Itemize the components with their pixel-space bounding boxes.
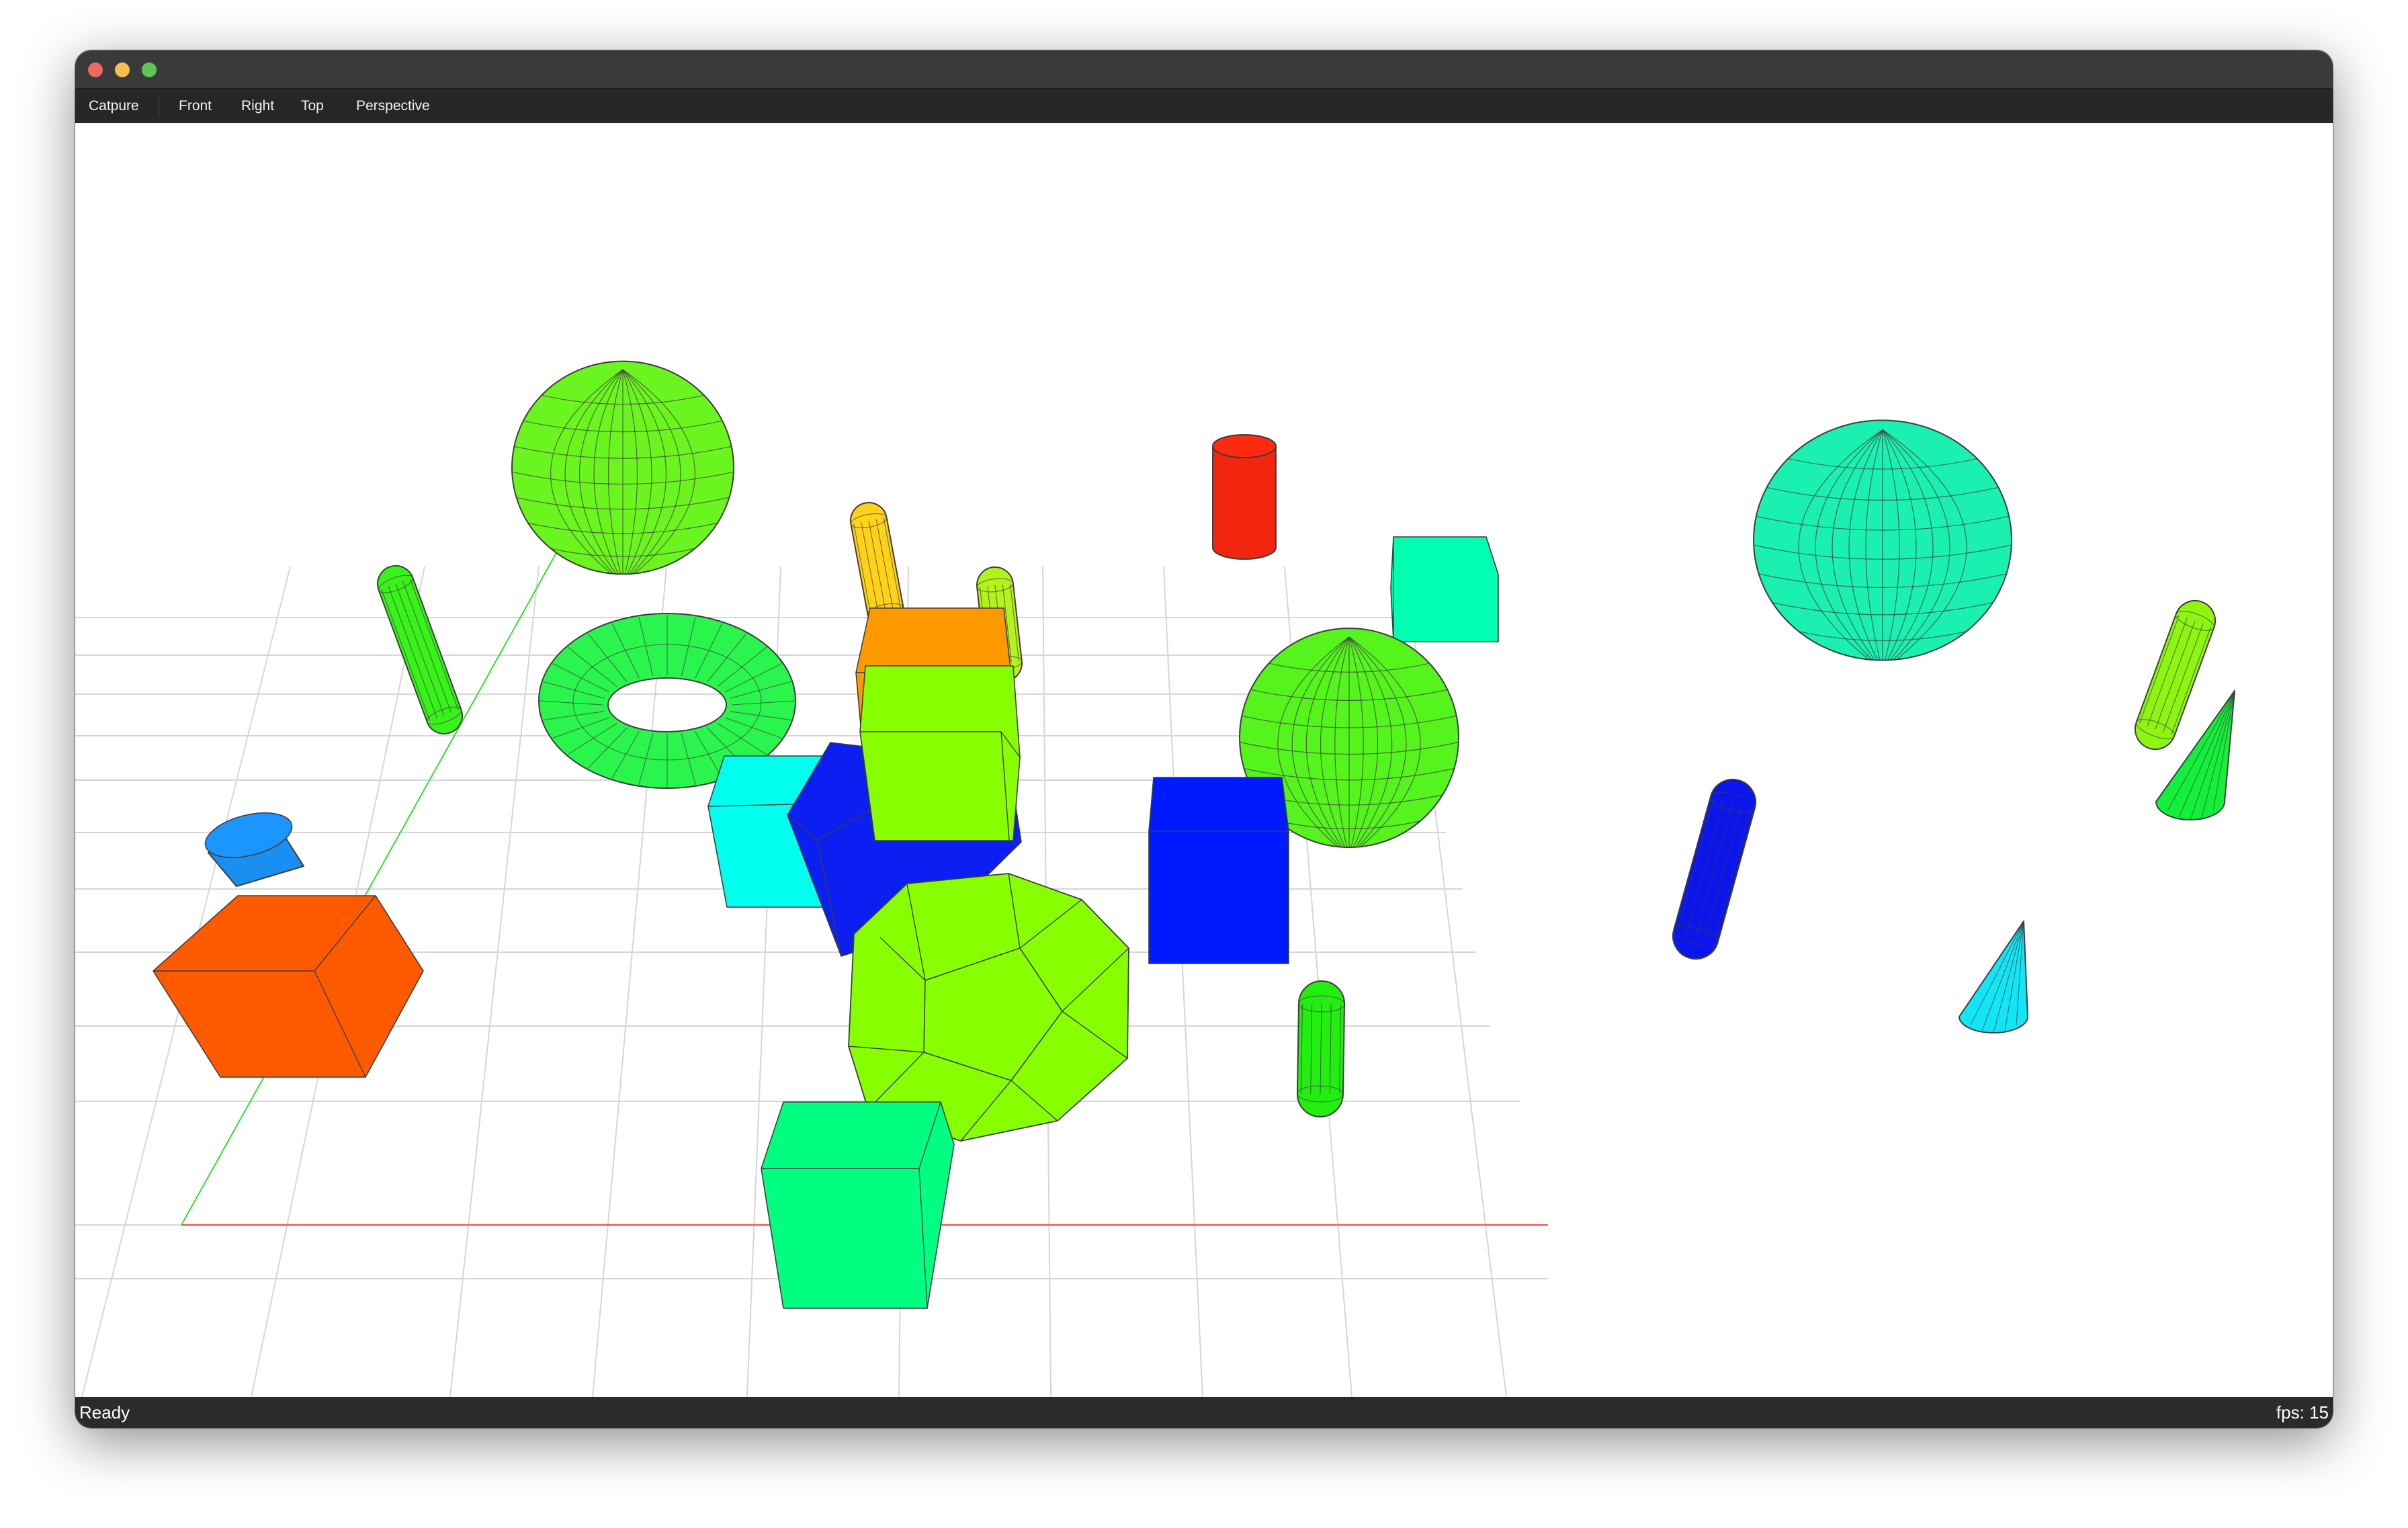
capsule-green-2 xyxy=(1297,980,1345,1117)
sphere-mint xyxy=(1753,419,2012,661)
sphere-green-1 xyxy=(511,360,734,575)
cylinder-blue xyxy=(204,812,304,887)
fps-label: fps: xyxy=(2276,1402,2305,1423)
status-text: Ready xyxy=(79,1402,130,1423)
cube-lime xyxy=(859,665,1021,841)
fps-value: 15 xyxy=(2309,1402,2329,1423)
cylinder-red xyxy=(1212,434,1277,560)
view-perspective-button[interactable]: Perspective xyxy=(351,89,435,124)
view-front-button[interactable]: Front xyxy=(173,89,217,124)
app-window: Catpure Front Right Top Perspective Read… xyxy=(75,50,2333,1428)
capture-button[interactable]: Catpure xyxy=(83,89,144,124)
view-top-button[interactable]: Top xyxy=(296,89,329,124)
toolbar: Catpure Front Right Top Perspective xyxy=(75,88,2333,124)
3d-viewport[interactable] xyxy=(75,123,2333,1397)
status-bar: Ready fps: 15 xyxy=(75,1397,2333,1428)
cube-blue xyxy=(1148,777,1289,964)
title-bar[interactable] xyxy=(75,50,2333,88)
cube-mint xyxy=(1390,536,1499,642)
view-right-button[interactable]: Right xyxy=(236,89,280,124)
cube-orange-red xyxy=(153,895,424,1078)
cone-cyan xyxy=(1959,921,2028,1033)
close-window-button[interactable] xyxy=(88,62,103,77)
minimize-window-button[interactable] xyxy=(115,62,130,77)
cube-spring-green xyxy=(761,1101,955,1309)
scene-canvas[interactable] xyxy=(75,123,2333,1397)
fps-counter: fps: 15 xyxy=(2276,1397,2329,1428)
capsule-blue xyxy=(1672,779,1756,960)
maximize-window-button[interactable] xyxy=(142,62,157,77)
scene-objects xyxy=(153,360,2235,1309)
